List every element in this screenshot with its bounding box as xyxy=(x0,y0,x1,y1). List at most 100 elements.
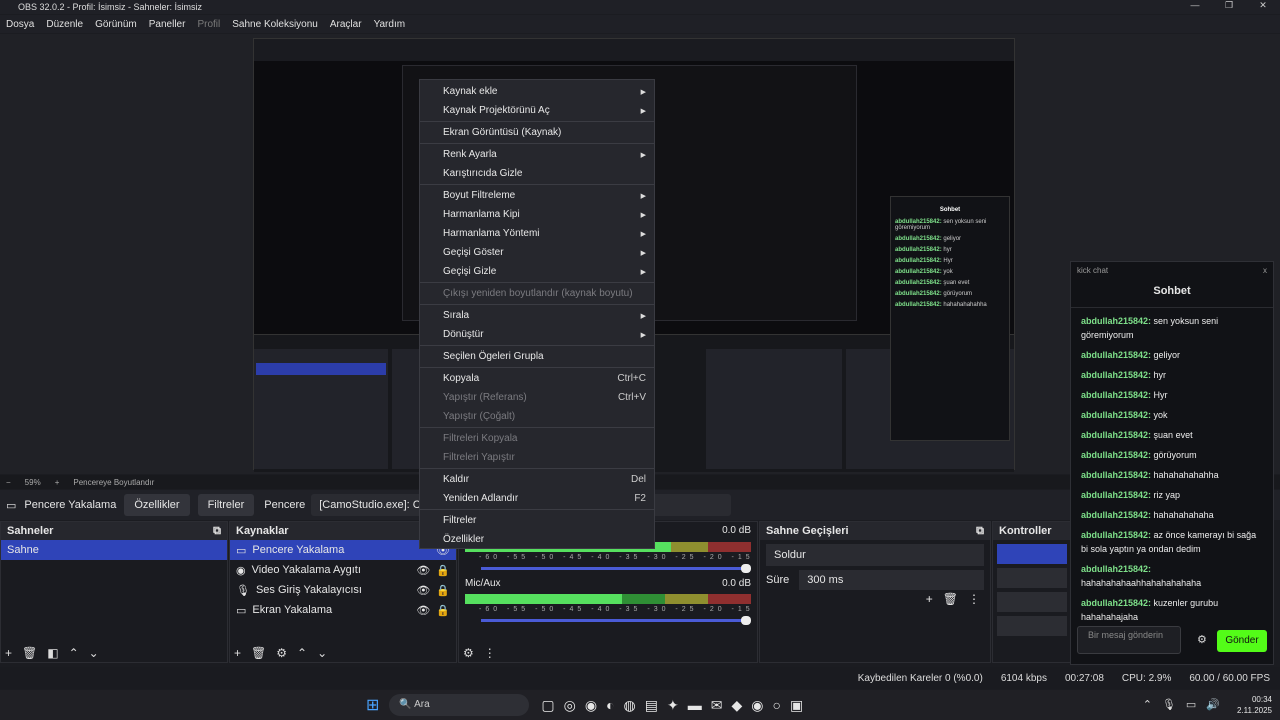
windows-start-icon[interactable]: ⊞ xyxy=(366,695,379,715)
chat-username[interactable]: abdullah215842: xyxy=(1081,430,1151,440)
context-menu-item[interactable]: Dönüştür ▶ xyxy=(420,325,654,344)
source-item[interactable]: ◉ Video Yakalama Aygıtı 👁 🔒 xyxy=(230,560,456,580)
trash-icon[interactable]: 🗑 xyxy=(22,646,37,660)
chat-username[interactable]: abdullah215842: xyxy=(1081,316,1151,326)
virtual-camera-button[interactable] xyxy=(997,592,1067,612)
context-menu-item[interactable]: Seçilen Ögeleri Grupla xyxy=(420,347,654,366)
context-menu-item[interactable]: Özellikler xyxy=(420,530,654,549)
context-menu-item[interactable]: Kaldır Del xyxy=(420,470,654,489)
chevron-up-icon[interactable]: ⌃ xyxy=(1143,698,1152,711)
studio-mode-button[interactable] xyxy=(997,616,1067,636)
context-menu-item[interactable]: Yeniden Adlandır F2 xyxy=(420,489,654,508)
context-menu-item[interactable]: Kopyala Ctrl+C xyxy=(420,369,654,388)
trash-icon[interactable]: 🗑 xyxy=(943,592,958,606)
menu-docks[interactable]: Paneller xyxy=(149,19,186,30)
properties-button[interactable]: Özellikler xyxy=(124,494,190,516)
display-icon[interactable]: ▭ xyxy=(1186,698,1196,711)
teams-icon[interactable]: ◆ xyxy=(731,697,742,714)
chat-username[interactable]: abdullah215842: xyxy=(1081,410,1151,420)
zoom-out-button[interactable]: − xyxy=(6,478,11,487)
menu-edit[interactable]: Düzenle xyxy=(46,19,83,30)
menu-view[interactable]: Görünüm xyxy=(95,19,137,30)
file-explorer-icon[interactable]: ▬ xyxy=(688,697,702,714)
context-menu-item[interactable]: Geçişi Göster ▶ xyxy=(420,243,654,262)
chat-username[interactable]: abdullah215842: xyxy=(1081,510,1151,520)
chat-input[interactable]: Bir mesaj gönderin xyxy=(1077,626,1181,654)
add-icon[interactable]: + xyxy=(926,592,933,606)
whatsapp-icon[interactable]: ◉ xyxy=(585,697,597,714)
fit-to-window[interactable]: Pencereye Boyutlandır xyxy=(73,478,154,487)
obs-icon[interactable]: ◉ xyxy=(751,697,763,714)
chrome-icon[interactable]: ◍ xyxy=(624,697,636,714)
context-menu-item[interactable]: Ekran Görüntüsü (Kaynak) xyxy=(420,123,654,142)
move-down-icon[interactable]: ⌄ xyxy=(317,646,327,660)
chat-username[interactable]: abdullah215842: xyxy=(1081,450,1151,460)
move-up-icon[interactable]: ⌃ xyxy=(297,646,307,660)
transition-select[interactable]: Soldur xyxy=(766,544,984,566)
gear-icon[interactable]: ⚙ xyxy=(276,646,287,660)
menu-help[interactable]: Yardım xyxy=(374,19,406,30)
clock[interactable]: 00:34 2.11.2025 xyxy=(1237,694,1272,716)
taskbar-search[interactable]: 🔍 Ara xyxy=(389,694,530,716)
menu-scene-collection[interactable]: Sahne Koleksiyonu xyxy=(232,19,318,30)
context-menu-item[interactable]: Sırala ▶ xyxy=(420,306,654,325)
minimize-button[interactable]: — xyxy=(1178,0,1212,11)
add-icon[interactable]: + xyxy=(234,646,241,660)
store-icon[interactable]: ▤ xyxy=(645,697,658,714)
close-icon[interactable]: x xyxy=(1263,266,1267,275)
context-menu-item[interactable]: Renk Ayarla ▶ xyxy=(420,145,654,164)
duration-input[interactable]: 300 ms xyxy=(799,570,984,590)
more-icon[interactable]: ⋮ xyxy=(968,592,980,606)
zoom-in-button[interactable]: + xyxy=(55,478,60,487)
chat-username[interactable]: abdullah215842: xyxy=(1081,490,1151,500)
start-streaming-button[interactable] xyxy=(997,544,1067,564)
copilot-icon[interactable]: ✦ xyxy=(667,697,679,714)
volume-icon[interactable]: 🔊 xyxy=(1206,698,1220,711)
task-view-icon[interactable]: ▢ xyxy=(541,697,554,714)
context-menu-item[interactable]: Kaynak ekle ▶ xyxy=(420,82,654,101)
scene-item[interactable]: Sahne xyxy=(1,540,227,560)
chat-username[interactable]: abdullah215842: xyxy=(1081,370,1151,380)
chat-username[interactable]: abdullah215842: xyxy=(1081,390,1151,400)
chat-username[interactable]: abdullah215842: xyxy=(1081,470,1151,480)
filter-icon[interactable]: ◧ xyxy=(47,646,58,660)
filters-button[interactable]: Filtreler xyxy=(197,494,255,516)
app-icon[interactable]: ▣ xyxy=(790,697,803,714)
more-icon[interactable]: ⋮ xyxy=(484,646,496,660)
edge-icon[interactable]: ◐ xyxy=(606,697,614,714)
chat-username[interactable]: abdullah215842: xyxy=(1081,530,1151,540)
transitions-header: Sahne Geçişleri ⧉ xyxy=(760,522,990,540)
chat-username[interactable]: abdullah215842: xyxy=(1081,564,1151,574)
chat-username[interactable]: abdullah215842: xyxy=(1081,350,1151,360)
send-button[interactable]: Gönder xyxy=(1217,630,1267,652)
gear-icon[interactable]: ⚙ xyxy=(1197,633,1207,646)
add-icon[interactable]: + xyxy=(5,646,12,660)
menu-tools[interactable]: Araçlar xyxy=(330,19,362,30)
source-item[interactable]: 🎙 Ses Giriş Yakalayıcısı 👁 🔒 xyxy=(230,580,456,600)
context-menu-item[interactable]: Harmanlama Kipi ▶ xyxy=(420,205,654,224)
move-down-icon[interactable]: ⌄ xyxy=(89,646,99,660)
chat-username[interactable]: abdullah215842: xyxy=(1081,598,1151,608)
mixer-channel-1-volume[interactable] xyxy=(481,564,751,573)
start-recording-button[interactable] xyxy=(997,568,1067,588)
context-menu-item[interactable]: Karıştırıcıda Gizle xyxy=(420,164,654,183)
context-menu-item[interactable]: Boyut Filtreleme ▶ xyxy=(420,186,654,205)
mixer-channel-2-volume[interactable] xyxy=(481,616,751,625)
context-menu-item[interactable]: Filtreler xyxy=(420,511,654,530)
move-up-icon[interactable]: ⌃ xyxy=(69,646,79,660)
close-button[interactable]: ✕ xyxy=(1246,0,1280,11)
menu-separator xyxy=(420,121,654,122)
trash-icon[interactable]: 🗑 xyxy=(251,646,266,660)
menu-file[interactable]: Dosya xyxy=(6,19,34,30)
context-menu-item[interactable]: Kaynak Projektörünü Aç ▶ xyxy=(420,101,654,120)
mic-icon[interactable]: 🎙 xyxy=(1162,698,1176,711)
source-item[interactable]: ▭ Ekran Yakalama 👁 🔒 xyxy=(230,600,456,620)
menu-profile[interactable]: Profil xyxy=(197,19,220,30)
context-menu-item[interactable]: Geçişi Gizle ▶ xyxy=(420,262,654,281)
context-menu-item[interactable]: Harmanlama Yöntemi ▶ xyxy=(420,224,654,243)
instagram-icon[interactable]: ◎ xyxy=(564,697,576,714)
outlook-icon[interactable]: ✉ xyxy=(711,697,723,714)
maximize-button[interactable]: ❐ xyxy=(1212,0,1246,11)
app-icon[interactable]: ○ xyxy=(772,697,780,714)
mixer-settings-icon[interactable]: ⚙ xyxy=(463,646,474,660)
